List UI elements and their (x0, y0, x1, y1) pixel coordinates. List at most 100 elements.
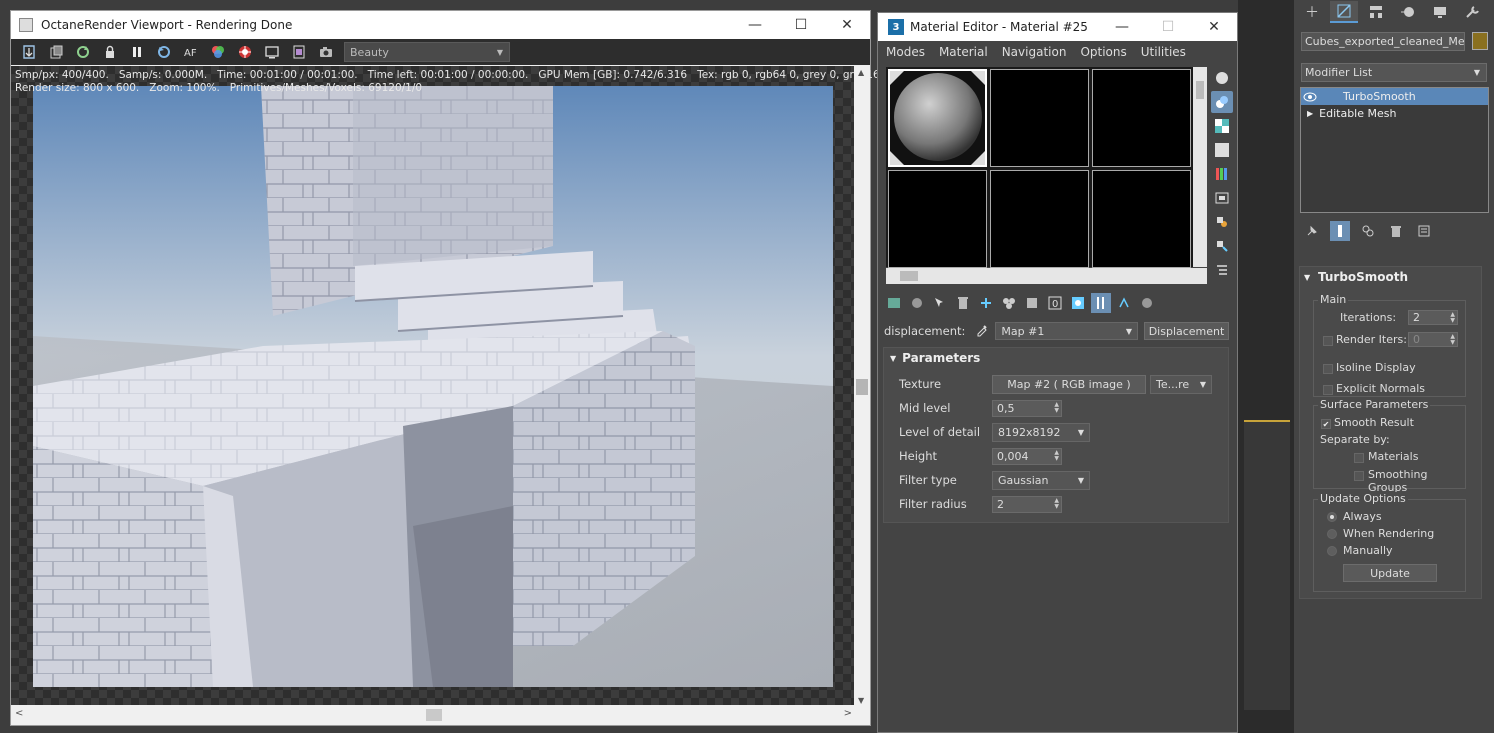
texture-map-button[interactable]: Map #2 ( RGB image ) (992, 374, 1146, 394)
render-pass-select[interactable]: Beauty ▼ (344, 42, 510, 62)
close-button[interactable]: ✕ (824, 11, 870, 39)
display-tab-icon[interactable] (1426, 1, 1454, 23)
go-forward-sibling-icon[interactable] (1137, 293, 1157, 313)
displacement-type-button[interactable]: Displacement (1144, 322, 1229, 340)
iterations-spinner[interactable]: 2 ▲ ▼ (1408, 310, 1458, 325)
utilities-tab-icon[interactable] (1458, 1, 1486, 23)
material-slot-1[interactable] (888, 69, 987, 167)
vertical-scrollbar[interactable]: ▲ ▼ (854, 66, 870, 707)
pin-stack-icon[interactable] (1302, 221, 1322, 241)
stack-item-turbosmooth[interactable]: TurboSmooth (1301, 88, 1488, 105)
maximize-button[interactable]: ☐ (778, 11, 824, 39)
spinner-arrows-icon[interactable]: ▲ ▼ (1450, 333, 1455, 346)
smoothing-groups-checkbox[interactable] (1354, 471, 1364, 481)
material-editor-titlebar[interactable]: 3 Material Editor - Material #25 — ☐ ✕ (878, 13, 1237, 41)
scroll-thumb[interactable] (856, 379, 868, 395)
close-button[interactable]: ✕ (1191, 13, 1237, 41)
scroll-thumb[interactable] (1196, 81, 1204, 99)
scroll-up-icon[interactable]: ▲ (858, 68, 864, 77)
minimize-button[interactable]: — (1099, 13, 1145, 41)
minimize-button[interactable]: — (732, 11, 778, 39)
materials-checkbox[interactable] (1354, 453, 1364, 463)
af-icon[interactable]: AF (177, 41, 204, 63)
smooth-result-checkbox[interactable]: ✔ (1321, 419, 1331, 429)
scroll-down-icon[interactable]: ▼ (858, 696, 864, 705)
stack-item-editable-mesh[interactable]: ▶ Editable Mesh (1301, 105, 1488, 122)
menu-navigation[interactable]: Navigation (1002, 45, 1067, 59)
material-id-icon[interactable]: 0 (1045, 293, 1065, 313)
slots-vertical-scrollbar[interactable] (1193, 67, 1207, 267)
sample-sphere-icon[interactable] (1211, 67, 1233, 89)
material-slot-5[interactable] (990, 170, 1089, 268)
always-radio[interactable] (1327, 512, 1337, 522)
backlight-icon[interactable] (1211, 91, 1233, 113)
get-material-icon[interactable] (884, 293, 904, 313)
eye-icon[interactable] (1301, 92, 1319, 102)
scroll-thumb[interactable] (426, 709, 442, 721)
make-unique-icon[interactable] (1358, 221, 1378, 241)
render-iters-checkbox[interactable] (1323, 336, 1333, 346)
modifier-list-select[interactable]: Modifier List ▼ (1301, 63, 1487, 82)
menu-modes[interactable]: Modes (886, 45, 925, 59)
maximize-button[interactable]: ☐ (1145, 13, 1191, 41)
object-name-field[interactable]: Cubes_exported_cleaned_Mesh_ (1301, 32, 1465, 51)
modify-tab-icon[interactable] (1330, 1, 1358, 23)
filter-type-select[interactable]: Gaussian ▼ (992, 470, 1090, 490)
hierarchy-tab-icon[interactable] (1362, 1, 1390, 23)
sample-uv-icon[interactable] (1211, 139, 1233, 161)
color-picker-icon[interactable] (204, 41, 231, 63)
scroll-right-icon[interactable]: > (844, 708, 852, 719)
video-color-check-icon[interactable] (1211, 163, 1233, 185)
material-slot-2[interactable] (990, 69, 1089, 167)
material-slot-6[interactable] (1092, 170, 1191, 268)
height-spinner[interactable]: 0,004 ▲ ▼ (992, 447, 1062, 465)
horizontal-scrollbar[interactable]: < > (11, 705, 856, 725)
show-end-result-icon[interactable] (1330, 221, 1350, 241)
remove-modifier-icon[interactable] (1386, 221, 1406, 241)
film-icon[interactable] (285, 41, 312, 63)
assign-to-selection-icon[interactable] (930, 293, 950, 313)
viewport-icon[interactable] (258, 41, 285, 63)
explicit-normals-checkbox[interactable] (1323, 385, 1333, 395)
make-preview-icon[interactable] (1211, 187, 1233, 209)
menu-utilities[interactable]: Utilities (1141, 45, 1186, 59)
eyedropper-icon[interactable] (975, 323, 989, 340)
render-iters-spinner[interactable]: 0 ▲ ▼ (1408, 332, 1458, 347)
delete-icon[interactable] (953, 293, 973, 313)
refresh-icon[interactable] (69, 41, 96, 63)
spinner-arrows-icon[interactable]: ▲ ▼ (1054, 450, 1059, 462)
spinner-arrows-icon[interactable]: ▲ ▼ (1054, 498, 1059, 510)
show-end-result-icon[interactable] (1091, 293, 1111, 313)
material-slot-4[interactable] (888, 170, 987, 268)
create-tab-icon[interactable]: ＋ (1298, 1, 1326, 23)
motion-tab-icon[interactable] (1394, 1, 1422, 23)
copy-icon[interactable] (42, 41, 69, 63)
menu-options[interactable]: Options (1080, 45, 1126, 59)
object-color-swatch[interactable] (1472, 32, 1488, 50)
options-icon[interactable] (1211, 211, 1233, 233)
put-to-scene-icon[interactable] (907, 293, 927, 313)
isoline-display-checkbox[interactable] (1323, 364, 1333, 374)
octane-titlebar[interactable]: OctaneRender Viewport - Rendering Done —… (11, 11, 870, 39)
go-to-parent-icon[interactable] (1114, 293, 1134, 313)
slots-horizontal-scrollbar[interactable] (886, 268, 1207, 284)
select-by-material-icon[interactable] (1211, 235, 1233, 257)
active-viewport[interactable] (1244, 420, 1290, 710)
displacement-map-select[interactable]: Map #1 ▼ (995, 322, 1139, 340)
material-map-navigator-icon[interactable] (1211, 259, 1233, 281)
update-button[interactable]: Update (1343, 564, 1437, 582)
max-viewport[interactable] (1238, 0, 1294, 733)
parameters-header[interactable]: ▼ Parameters (884, 348, 1228, 368)
spinner-arrows-icon[interactable]: ▲ ▼ (1450, 311, 1455, 324)
filter-radius-spinner[interactable]: 2 ▲ ▼ (992, 495, 1062, 513)
put-to-library-icon[interactable] (999, 293, 1019, 313)
make-unique-icon[interactable] (976, 293, 996, 313)
render-canvas[interactable]: Smp/px: 400/400. Samp/s: 0.000M. Time: 0… (11, 66, 893, 707)
menu-material[interactable]: Material (939, 45, 988, 59)
show-shaded-icon[interactable] (1068, 293, 1088, 313)
lock-icon[interactable] (96, 41, 123, 63)
configure-modifier-sets-icon[interactable] (1414, 221, 1434, 241)
when-rendering-radio[interactable] (1327, 529, 1337, 539)
material-picker-icon[interactable] (231, 41, 258, 63)
scroll-thumb[interactable] (900, 271, 918, 281)
